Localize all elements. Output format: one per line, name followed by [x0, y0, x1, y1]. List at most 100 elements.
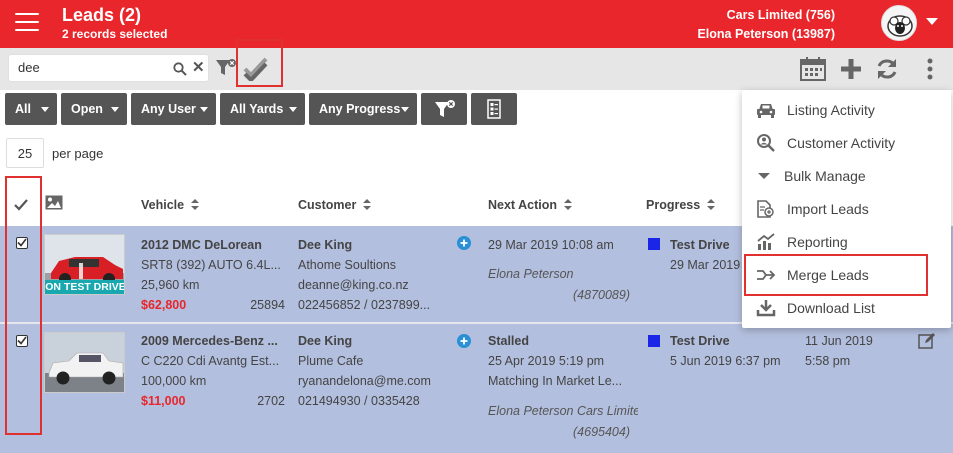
- more-vert-icon[interactable]: [925, 57, 935, 81]
- search-input[interactable]: [18, 60, 168, 75]
- next-action-date: 25 Apr 2019 5:19 pm: [488, 354, 605, 368]
- vehicle-price: $62,800: [141, 298, 187, 312]
- filter-status-all[interactable]: All: [5, 93, 57, 125]
- stock-number: 25894: [250, 298, 285, 312]
- menu-item-label: Import Leads: [787, 201, 869, 217]
- filter-label: Open: [71, 102, 103, 116]
- column-header-customer[interactable]: Customer: [298, 198, 372, 212]
- assignee: Elona Peterson: [488, 267, 574, 281]
- toolbar: ✕: [0, 39, 953, 90]
- per-page-label: per page: [52, 146, 104, 161]
- table-row[interactable]: 2009 Mercedes-Benz ... C C220 Cdi Avantg…: [0, 324, 953, 453]
- edit-icon[interactable]: [918, 332, 936, 350]
- clear-icon[interactable]: ✕: [192, 60, 205, 76]
- filter-clear-icon[interactable]: [215, 58, 237, 78]
- calendar-icon[interactable]: [800, 57, 826, 81]
- refresh-icon[interactable]: [875, 57, 899, 81]
- filter-user[interactable]: Any User: [131, 93, 216, 125]
- search-box: ✕: [8, 54, 209, 82]
- assignee: Elona Peterson Cars Limite: [488, 404, 638, 418]
- import-icon: [757, 200, 774, 218]
- customer-phone[interactable]: 021494930 / 0335428: [298, 394, 440, 408]
- next-action-note: Matching In Market Le...: [488, 374, 623, 388]
- vehicle-km: 100,000 km: [141, 374, 207, 388]
- column-header-vehicle[interactable]: Vehicle: [141, 198, 200, 212]
- menu-item-import-leads[interactable]: Import Leads: [742, 192, 951, 225]
- account-info[interactable]: Cars Limited (756) Elona Peterson (13987…: [697, 6, 835, 44]
- filter-label: All Yards: [230, 102, 284, 116]
- customer-company: Plume Cafe: [298, 354, 364, 368]
- filter-open[interactable]: Open: [61, 93, 127, 125]
- column-header-label: Next Action: [488, 198, 557, 212]
- menu-item-label: Customer Activity: [787, 135, 896, 151]
- customer-name[interactable]: Dee King: [298, 238, 352, 252]
- customer-phone[interactable]: 022456852 / 0237899...: [298, 298, 440, 312]
- menu-item-label: Reporting: [787, 234, 848, 250]
- more-actions-menu: Listing Activity Customer Activity Bulk …: [742, 90, 951, 328]
- sort-icon: [564, 199, 572, 210]
- vehicle-subtitle: C C220 Cdi Avantg Est...: [141, 354, 280, 368]
- status-indicator: [648, 335, 660, 347]
- chevron-down-icon: [111, 107, 119, 112]
- add-circle-icon[interactable]: [457, 236, 471, 250]
- selection-count: 2 records selected: [62, 27, 168, 41]
- chevron-down-icon: [401, 107, 409, 112]
- company-name: Cars Limited (756): [726, 8, 835, 22]
- filter-label: All: [15, 102, 31, 116]
- lead-id: (4870089): [573, 288, 630, 302]
- customer-company: Athome Soultions: [298, 258, 396, 272]
- menu-item-label: Download List: [787, 300, 875, 316]
- vehicle-price: $11,000: [141, 394, 186, 408]
- checkbox-column-highlight: [5, 176, 42, 435]
- caret-down-icon: [758, 173, 770, 179]
- hamburger-menu-icon[interactable]: [15, 13, 39, 33]
- car-icon: [757, 104, 775, 118]
- vehicle-title[interactable]: 2012 DMC DeLorean: [141, 238, 291, 252]
- add-circle-icon[interactable]: [457, 334, 471, 348]
- bulk-select-icon[interactable]: [242, 55, 270, 81]
- column-header-label: Progress: [646, 198, 701, 212]
- vehicle-thumbnail[interactable]: [44, 332, 125, 393]
- page-title: Leads (2): [62, 5, 142, 25]
- column-header-label: Customer: [298, 198, 357, 212]
- per-page-select[interactable]: 25: [6, 138, 44, 168]
- progress-date: 5 Jun 2019 6:37 pm: [670, 354, 781, 368]
- due-date: 11 Jun 2019: [805, 334, 873, 348]
- filter-progress[interactable]: Any Progress: [309, 93, 417, 125]
- filter-label: Any User: [141, 102, 196, 116]
- user-name: Elona Peterson (13987): [697, 27, 835, 41]
- menu-item-bulk-manage[interactable]: Bulk Manage: [742, 159, 951, 192]
- customer-name[interactable]: Dee King: [298, 334, 352, 348]
- sort-icon: [707, 199, 716, 210]
- column-header-progress[interactable]: Progress: [646, 198, 716, 212]
- menu-item-label: Listing Activity: [787, 102, 875, 118]
- avatar[interactable]: [881, 5, 917, 41]
- due-time: 5:58 pm: [805, 354, 851, 368]
- filter-label: Any Progress: [319, 102, 401, 116]
- app-header: Leads (2) 2 records selected Cars Limite…: [0, 0, 953, 48]
- add-icon[interactable]: [840, 57, 862, 81]
- lead-id: (4695404): [573, 425, 630, 439]
- clear-filters-button[interactable]: [421, 93, 467, 125]
- search-person-icon: [757, 134, 775, 152]
- chevron-down-icon: [289, 107, 297, 112]
- chevron-down-icon: [200, 107, 208, 112]
- checklist-icon: [487, 99, 501, 119]
- column-header-label: Vehicle: [141, 198, 185, 212]
- account-caret-icon[interactable]: [926, 18, 938, 25]
- search-icon[interactable]: [173, 62, 187, 76]
- menu-item-listing-activity[interactable]: Listing Activity: [742, 93, 951, 126]
- column-header-next-action[interactable]: Next Action: [488, 198, 572, 212]
- merge-leads-highlight: [744, 254, 928, 296]
- vehicle-thumbnail[interactable]: ON TEST DRIVE: [44, 234, 125, 295]
- chevron-down-icon: [41, 107, 49, 112]
- menu-item-customer-activity[interactable]: Customer Activity: [742, 126, 951, 159]
- customer-email[interactable]: deanne@king.co.nz: [298, 278, 409, 292]
- next-action-date: 29 Mar 2019 10:08 am: [488, 238, 614, 252]
- vehicle-title[interactable]: 2009 Mercedes-Benz ...: [141, 334, 291, 348]
- customer-email[interactable]: ryanandelona@me.com: [298, 374, 431, 388]
- status-indicator: [648, 238, 660, 250]
- stock-number: 2702: [257, 394, 285, 408]
- columns-button[interactable]: [471, 93, 517, 125]
- filter-yards[interactable]: All Yards: [220, 93, 305, 125]
